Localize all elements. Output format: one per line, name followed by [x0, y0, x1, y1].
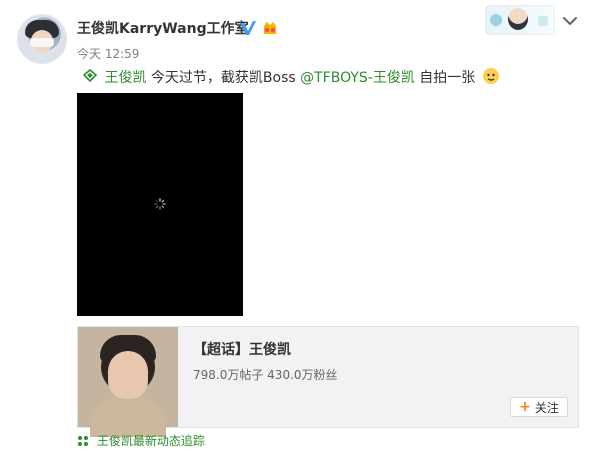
author-avatar[interactable]: [17, 14, 67, 64]
member-icon[interactable]: [261, 20, 279, 38]
tracker-link[interactable]: 王俊凯最新动态追踪: [77, 432, 205, 449]
verified-icon: [240, 21, 256, 35]
content-text-tail: 自拍一张: [419, 70, 476, 86]
cover-shoulder-shape: [90, 397, 166, 437]
post-time[interactable]: 今天 12:59: [77, 45, 139, 62]
follow-label: 关注: [534, 400, 559, 415]
post-content: 王俊凯 今天过节，截获凯Boss @TFBOYS-王俊凯 自拍一张: [82, 67, 500, 87]
fan-badge-card[interactable]: [485, 5, 555, 35]
video-player[interactable]: [77, 93, 243, 316]
mention-link[interactable]: @TFBOYS-王俊凯: [300, 70, 415, 86]
super-topic-cover[interactable]: [78, 327, 178, 437]
leaf-icon: [78, 436, 88, 446]
follow-button[interactable]: + 关注: [510, 397, 568, 417]
tracker-label: 王俊凯最新动态追踪: [96, 434, 205, 448]
content-text: 今天过节，截获凯Boss: [150, 70, 296, 86]
topic-tag-icon: [82, 68, 98, 83]
super-topic-stats: 798.0万帖子 430.0万粉丝: [193, 368, 338, 382]
badge-avatar: [508, 8, 528, 30]
topic-tag-link[interactable]: 王俊凯: [104, 70, 146, 86]
author-name[interactable]: 王俊凯KarryWang工作室: [77, 18, 249, 38]
badge-decoration-2: [538, 16, 548, 26]
chevron-down-icon[interactable]: [563, 16, 577, 26]
plus-icon: +: [519, 399, 531, 415]
super-topic-title[interactable]: 【超话】王俊凯: [193, 339, 291, 359]
super-topic-card[interactable]: 【超话】王俊凯 798.0万帖子 430.0万粉丝 + 关注: [77, 326, 579, 437]
emoji-icon: [482, 68, 499, 84]
cover-face-shape: [108, 351, 148, 399]
avatar-mask-shape: [30, 38, 54, 47]
loading-spinner-icon: [154, 198, 166, 210]
badge-decoration: [490, 14, 502, 26]
